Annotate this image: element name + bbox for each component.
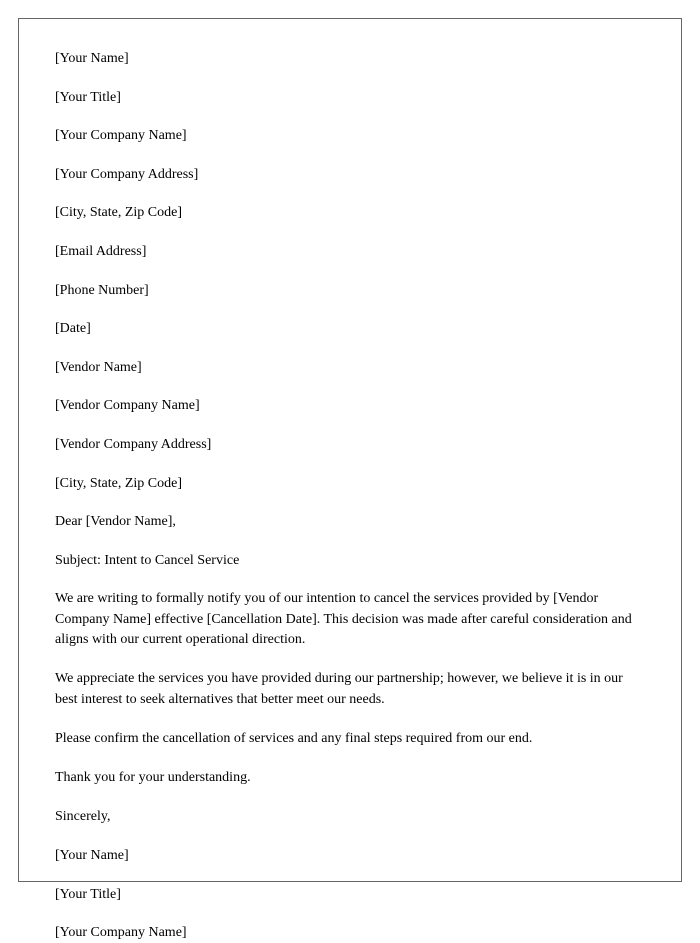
sender-title: [Your Title] [55,88,645,108]
sender-phone: [Phone Number] [55,281,645,301]
body-paragraph-4: Thank you for your understanding. [55,768,645,788]
vendor-company: [Vendor Company Name] [55,396,645,416]
sender-address: [Your Company Address] [55,165,645,185]
sender-email: [Email Address] [55,242,645,262]
body-paragraph-3: Please confirm the cancellation of servi… [55,729,645,749]
sender-company: [Your Company Name] [55,126,645,146]
greeting: Dear [Vendor Name], [55,512,645,532]
letter-page: [Your Name] [Your Title] [Your Company N… [18,18,682,882]
closing: Sincerely, [55,807,645,827]
sender-city-state-zip: [City, State, Zip Code] [55,203,645,223]
signature-name: [Your Name] [55,846,645,866]
signature-title: [Your Title] [55,885,645,905]
letter-date: [Date] [55,319,645,339]
signature-company: [Your Company Name] [55,923,645,943]
vendor-address: [Vendor Company Address] [55,435,645,455]
vendor-city-state-zip: [City, State, Zip Code] [55,474,645,494]
body-paragraph-1: We are writing to formally notify you of… [55,589,645,650]
body-paragraph-2: We appreciate the services you have prov… [55,669,645,710]
subject-line: Subject: Intent to Cancel Service [55,551,645,571]
sender-name: [Your Name] [55,49,645,69]
vendor-name: [Vendor Name] [55,358,645,378]
